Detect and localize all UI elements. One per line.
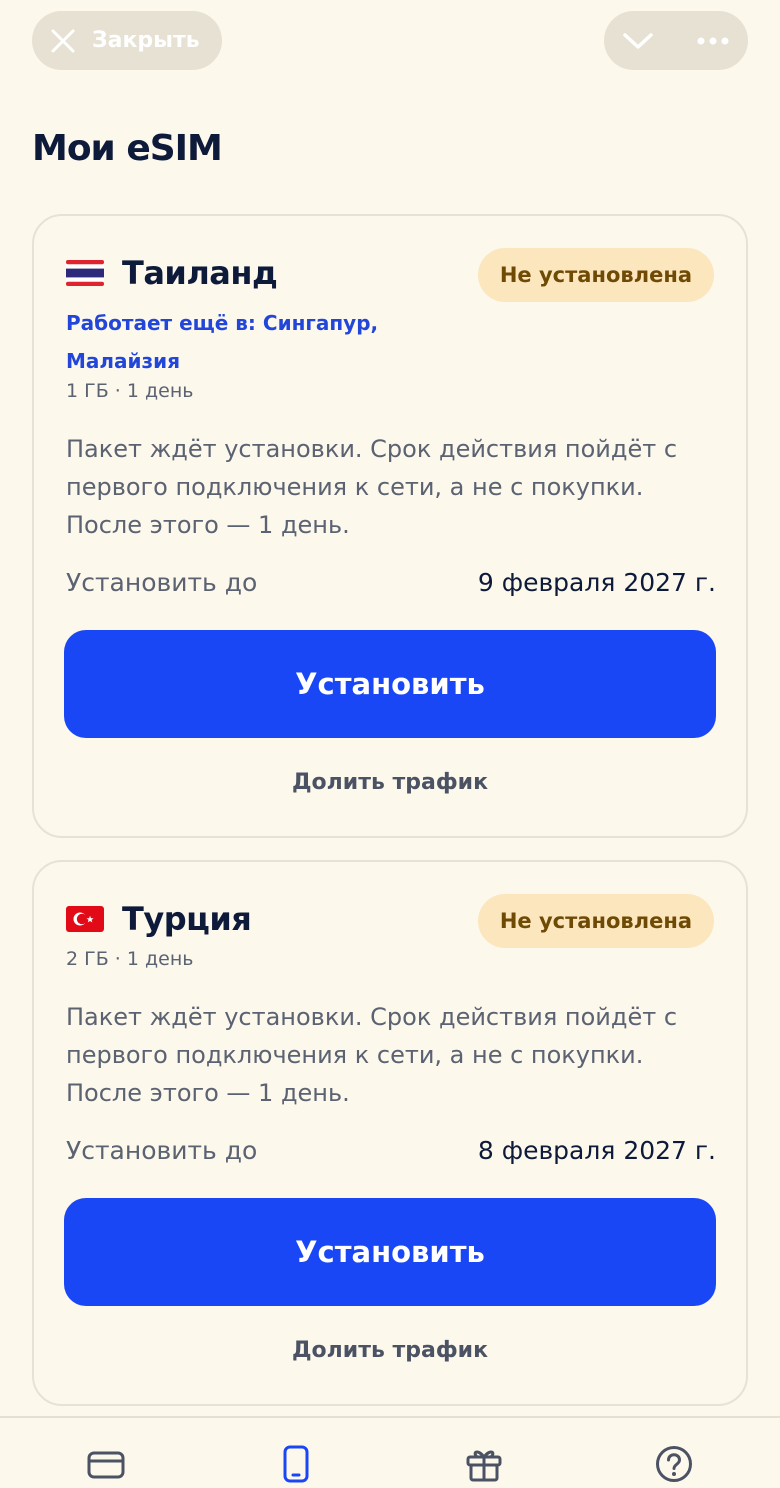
top-bar: Закрыть [0, 0, 780, 80]
plan-meta: 1 ГБ · 1 день [66, 380, 194, 402]
top-up-traffic-link[interactable]: Долить трафик [34, 770, 746, 795]
more-dots-icon[interactable] [696, 36, 730, 46]
esim-card-turkey: Турция Не установлена 2 ГБ · 1 день Паке… [32, 860, 748, 1406]
country-name: Турция [122, 900, 252, 938]
install-button[interactable]: Установить [64, 1198, 716, 1306]
close-button[interactable]: Закрыть [32, 11, 222, 70]
close-icon [51, 29, 75, 52]
plan-description: Пакет ждёт установки. Срок действия пойд… [66, 1003, 678, 1107]
country-row: Таиланд [66, 254, 278, 292]
deadline-value: 8 февраля 2027 г. [477, 1136, 716, 1165]
tab-cards[interactable] [86, 1444, 126, 1488]
tab-esim[interactable] [276, 1444, 316, 1488]
deadline-row: Установить до 9 февраля 2027 г. [66, 568, 716, 597]
help-icon [656, 1446, 692, 1482]
turkey-flag-icon [66, 906, 104, 932]
country-row: Турция [66, 900, 252, 938]
install-button[interactable]: Установить [64, 630, 716, 738]
deadline-label: Установить до [66, 568, 258, 597]
gift-icon [466, 1450, 502, 1482]
tab-help[interactable] [654, 1444, 694, 1488]
also-works-text: Работает ещё в: Сингапур, Малайзия [66, 311, 379, 373]
thailand-flag-icon [66, 260, 104, 286]
deadline-label: Установить до [66, 1136, 258, 1165]
chevron-down-icon[interactable] [622, 31, 654, 51]
status-badge: Не установлена [477, 894, 714, 948]
deadline-row: Установить до 8 февраля 2027 г. [66, 1136, 716, 1165]
esim-card-thailand: Таиланд Не установлена Работает ещё в: С… [32, 214, 748, 838]
card-icon [87, 1451, 125, 1479]
header-actions [604, 11, 748, 70]
close-label: Закрыть [92, 28, 200, 53]
deadline-value: 9 февраля 2027 г. [477, 568, 716, 597]
plan-meta: 2 ГБ · 1 день [66, 948, 194, 970]
page-title: Мои eSIM [32, 128, 223, 169]
tab-gifts[interactable] [464, 1444, 504, 1488]
plan-description: Пакет ждёт установки. Срок действия пойд… [66, 435, 678, 539]
top-up-traffic-link[interactable]: Долить трафик [34, 1338, 746, 1363]
phone-icon [283, 1445, 309, 1483]
status-badge: Не установлена [477, 248, 714, 302]
bottom-tab-bar [0, 1416, 780, 1488]
country-name: Таиланд [122, 254, 278, 292]
